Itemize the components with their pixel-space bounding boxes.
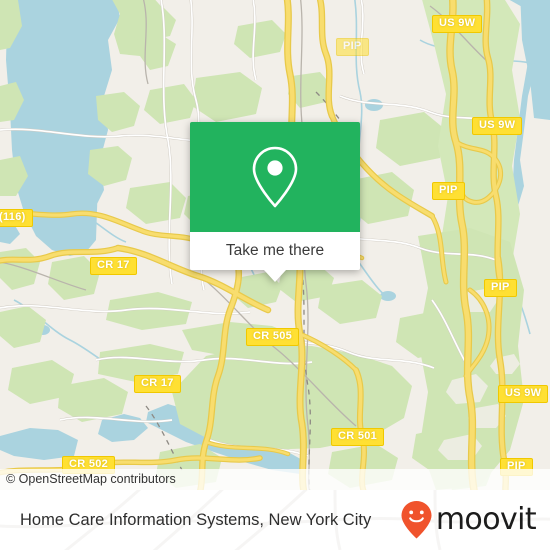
moovit-wordmark: moovit [435,502,537,537]
road-shield: PIP [336,38,369,56]
popup-tail [264,270,286,282]
take-me-there-label: Take me there [225,242,325,259]
moovit-logo[interactable]: moovit [400,500,537,540]
road-shield: US 9W [432,15,483,33]
road-shield: CR 505 [246,328,300,346]
road-shield: CR 17 [90,257,137,275]
map-attribution[interactable]: © OpenStreetMap contributors [0,469,550,490]
moovit-smiley-pin-icon [401,501,432,539]
popup-action[interactable]: Take me there [190,232,360,282]
road-shield: (116) [0,209,33,227]
road-shield: US 9W [472,117,523,135]
road-shield: PIP [432,182,465,200]
road-shield: CR 501 [331,428,385,446]
location-pin-icon [252,146,298,208]
road-shield: US 9W [498,385,549,403]
road-shield: CR 17 [134,375,181,393]
road-shield: PIP [484,279,517,297]
popup-header [190,122,360,232]
map-popup[interactable]: Take me there [190,122,360,282]
map-screenshot: PIP US 9W US 9W PIP (116) CR 17 PIP CR 505 CR 17… [0,0,550,550]
page-title: Home Care Information Systems, New York … [20,510,372,529]
footer-bar: Home Care Information Systems, New York … [0,490,550,550]
